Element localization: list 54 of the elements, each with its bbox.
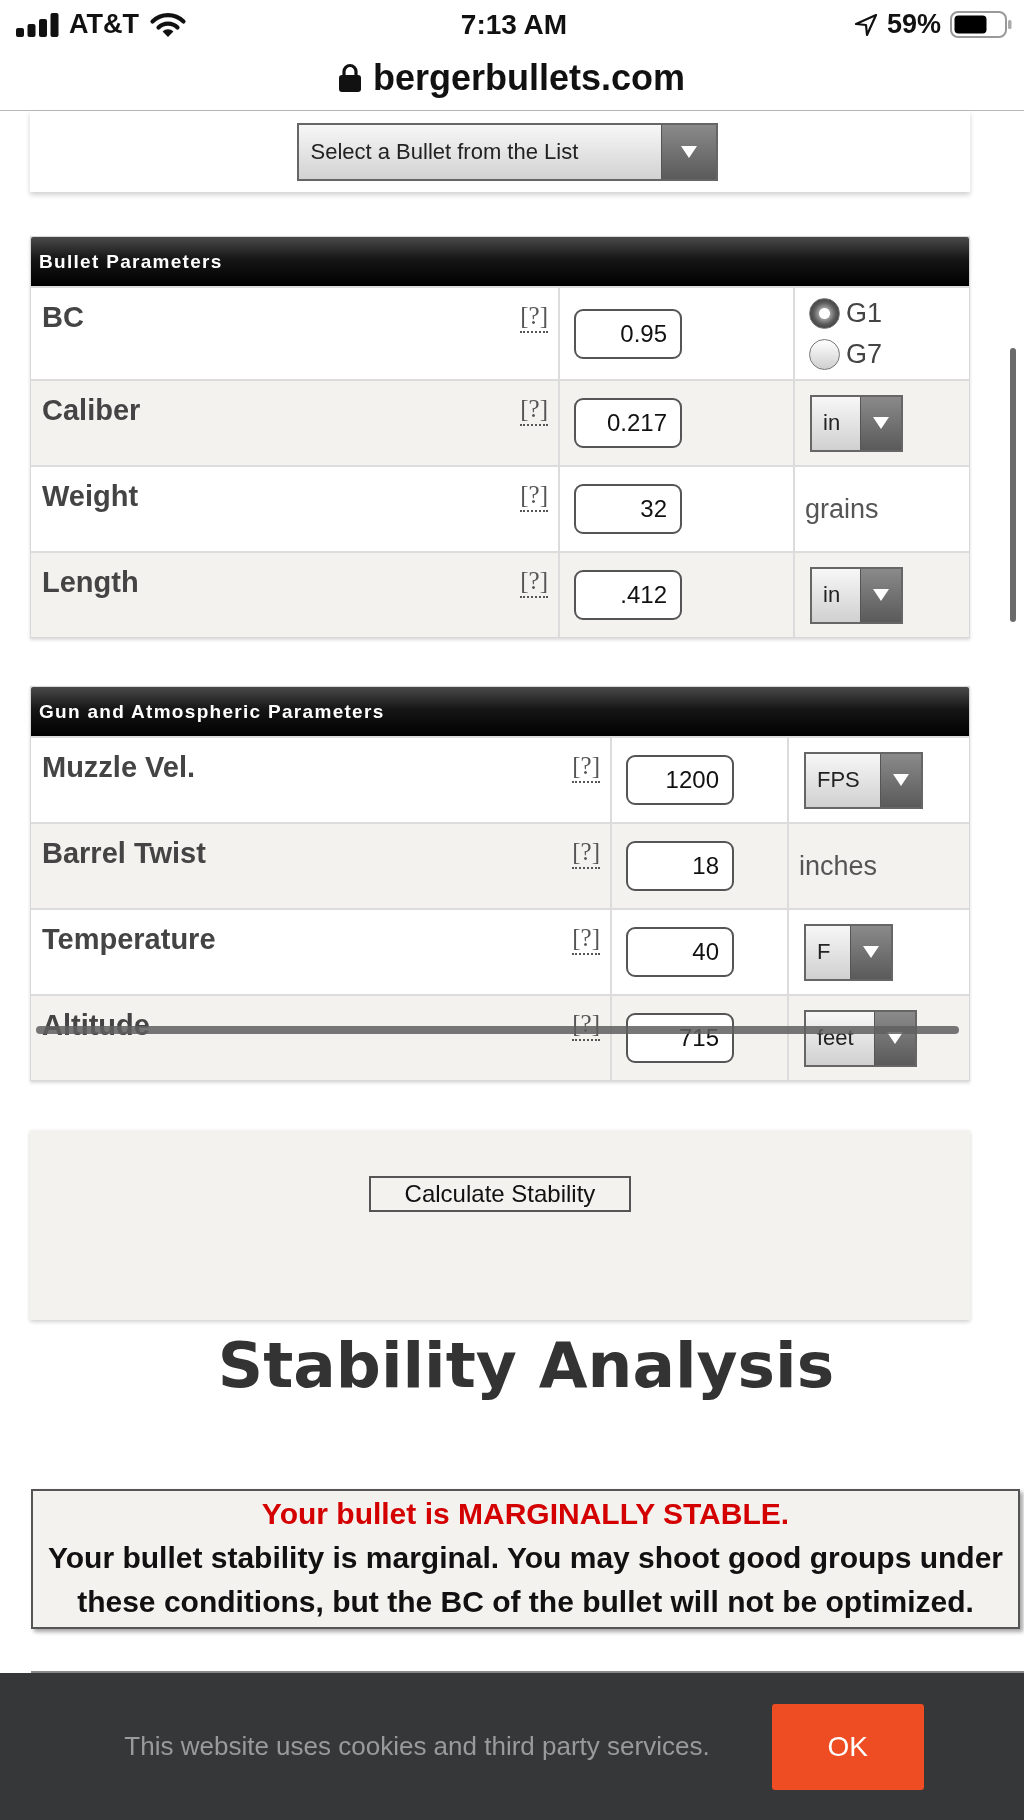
help-link[interactable]: [?]: [520, 481, 548, 512]
parameter-label: Weight: [42, 479, 139, 515]
calculate-button[interactable]: Calculate Stability: [369, 1176, 631, 1213]
caret-icon: [850, 925, 892, 979]
ok-button[interactable]: OK: [771, 1703, 924, 1790]
radio-button[interactable]: [809, 297, 840, 329]
parameter-label: Temperature: [42, 922, 216, 958]
caret-icon: [860, 396, 902, 450]
parameter-label: Muzzle Vel.: [42, 750, 196, 786]
help-link[interactable]: [?]: [572, 924, 600, 955]
caret-icon: [879, 753, 921, 807]
cookie-message: This website uses cookies and third party services.: [124, 1731, 710, 1763]
radio-label[interactable]: G7: [846, 340, 883, 368]
section-header: Bullet Parameters: [31, 237, 969, 287]
caret-icon: [660, 124, 716, 179]
value-field[interactable]: .412: [574, 570, 682, 621]
unit-dropdown[interactable]: F: [804, 923, 894, 981]
value-field[interactable]: 40: [626, 927, 734, 978]
result-message: Your bullet stability is marginal. You may shoot good groups under these conditions, but the BC of the bullet will not be optimized.: [46, 1540, 1005, 1621]
help-link[interactable]: [?]: [520, 395, 548, 426]
radio-label[interactable]: G1: [846, 299, 883, 327]
section-header: Gun and Atmospheric Parameters: [31, 687, 969, 737]
radio-button[interactable]: [809, 338, 840, 370]
help-link[interactable]: [?]: [520, 567, 548, 598]
verdict-text: Your bullet is MARGINALLY STABLE.: [260, 1496, 791, 1533]
parameter-label: Length: [42, 565, 139, 601]
parameter-label: Barrel Twist: [42, 836, 206, 872]
parameter-label: BC: [42, 300, 84, 336]
help-link[interactable]: [?]: [572, 838, 600, 869]
parameter-label: Caliber: [42, 393, 141, 429]
url-text[interactable]: bergerbullets.com: [372, 59, 686, 96]
value-field[interactable]: 0.217: [574, 398, 682, 449]
value-field[interactable]: 1200: [626, 755, 734, 806]
battery-icon: [950, 11, 1012, 39]
value-field[interactable]: 32: [574, 484, 682, 535]
clock-time: 7:13 AM: [460, 10, 568, 39]
value-field[interactable]: 18: [626, 841, 734, 892]
carrier-name: AT&T: [69, 11, 139, 39]
section-title: Stability Analysis: [216, 1328, 836, 1405]
caret-icon: [860, 568, 902, 622]
unit-label: grains: [805, 493, 880, 526]
value-field[interactable]: 0.95: [574, 308, 682, 359]
wifi-icon: [149, 11, 187, 39]
lock-icon: [338, 63, 361, 93]
unit-dropdown[interactable]: in: [810, 566, 904, 624]
bullet-select[interactable]: Select a Bullet from the List: [296, 122, 718, 181]
unit-dropdown[interactable]: FPS: [804, 751, 923, 809]
unit-label: inches: [799, 850, 879, 883]
battery-percent: 59%: [886, 11, 941, 39]
help-link[interactable]: [?]: [520, 302, 548, 333]
signal-icon: [16, 12, 59, 37]
help-link[interactable]: [?]: [572, 752, 600, 783]
location-arrow-icon: [853, 12, 878, 37]
unit-dropdown[interactable]: in: [810, 394, 904, 452]
